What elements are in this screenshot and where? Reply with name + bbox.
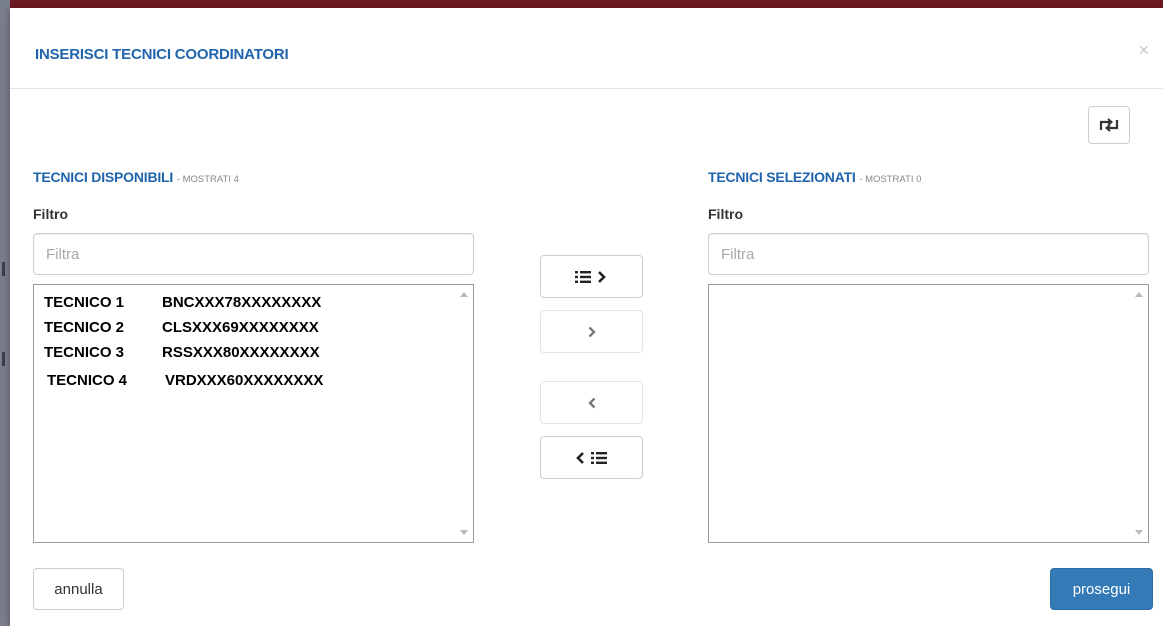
technician-code: RSSXXX80XXXXXXXX (162, 344, 320, 361)
technician-name: TECNICO 3 (44, 344, 125, 361)
modal-header: INSERISCI TECNICI COORDINATORI × (10, 8, 1163, 89)
available-column: TECNICI DISPONIBILI - MOSTRATI 4 Filtro … (33, 168, 476, 543)
scrollbar[interactable] (1131, 285, 1148, 542)
chevron-left-icon (587, 397, 595, 408)
close-button[interactable]: × (1138, 40, 1149, 60)
available-listbox[interactable]: TECNICO 1 BNCXXX78XXXXXXXX TECNICO 2 CLSXX… (33, 284, 474, 543)
move-all-right-button[interactable] (540, 255, 643, 298)
selected-heading-title: TECNICI SELEZIONATI (708, 169, 856, 185)
selected-listbox[interactable] (708, 284, 1149, 543)
scroll-down-icon[interactable] (1135, 530, 1143, 535)
technician-code: VRDXXX60XXXXXXXX (165, 372, 324, 389)
scroll-down-icon[interactable] (460, 530, 468, 535)
scroll-up-icon[interactable] (460, 292, 468, 297)
list-item[interactable]: TECNICO 4 VRDXXX60XXXXXXXX (44, 368, 473, 393)
technician-name: TECNICO 4 (47, 372, 128, 389)
move-all-left-button[interactable] (540, 436, 643, 479)
chevron-right-icon (588, 326, 596, 337)
technician-name: TECNICO 2 (44, 319, 125, 336)
swap-refresh-button[interactable] (1088, 106, 1130, 144)
scroll-up-icon[interactable] (1135, 292, 1143, 297)
available-heading-title: TECNICI DISPONIBILI (33, 169, 174, 185)
modal-dialog: INSERISCI TECNICI COORDINATORI × TECNICI… (10, 8, 1163, 626)
available-filter-label: Filtro (33, 206, 68, 222)
available-count: - MOSTRATI 4 (176, 174, 239, 185)
selected-count: - MOSTRATI 0 (859, 174, 922, 185)
selected-heading: TECNICI SELEZIONATI - MOSTRATI 0 (708, 168, 1151, 186)
move-left-button[interactable] (540, 381, 643, 424)
background-mark (2, 352, 5, 366)
background-page-left-strip (0, 0, 10, 626)
swap-arrows-icon (1099, 118, 1119, 132)
move-right-button[interactable] (540, 310, 643, 353)
background-mark (2, 262, 5, 276)
cancel-button[interactable]: annulla (33, 568, 124, 610)
chevron-left-list-icon (575, 451, 607, 464)
selected-column: TECNICI SELEZIONATI - MOSTRATI 0 Filtro (708, 168, 1151, 543)
list-chevron-right-icon (574, 270, 606, 283)
list-item[interactable]: TECNICO 3 RSSXXX80XXXXXXXX (44, 340, 473, 365)
technician-name: TECNICO 1 (44, 294, 125, 311)
continue-button[interactable]: prosegui (1050, 568, 1153, 610)
selected-filter-input[interactable] (708, 233, 1149, 275)
list-item[interactable]: TECNICO 1 BNCXXX78XXXXXXXX (44, 290, 473, 315)
modal-title: INSERISCI TECNICI COORDINATORI (35, 46, 289, 63)
list-item[interactable]: TECNICO 2 CLSXXX69XXXXXXXX (44, 315, 473, 340)
scrollbar[interactable] (456, 285, 473, 542)
technician-code: BNCXXX78XXXXXXXX (162, 294, 322, 311)
selected-filter-label: Filtro (708, 206, 743, 222)
technician-code: CLSXXX69XXXXXXXX (162, 319, 319, 336)
available-heading: TECNICI DISPONIBILI - MOSTRATI 4 (33, 168, 476, 186)
available-filter-input[interactable] (33, 233, 474, 275)
